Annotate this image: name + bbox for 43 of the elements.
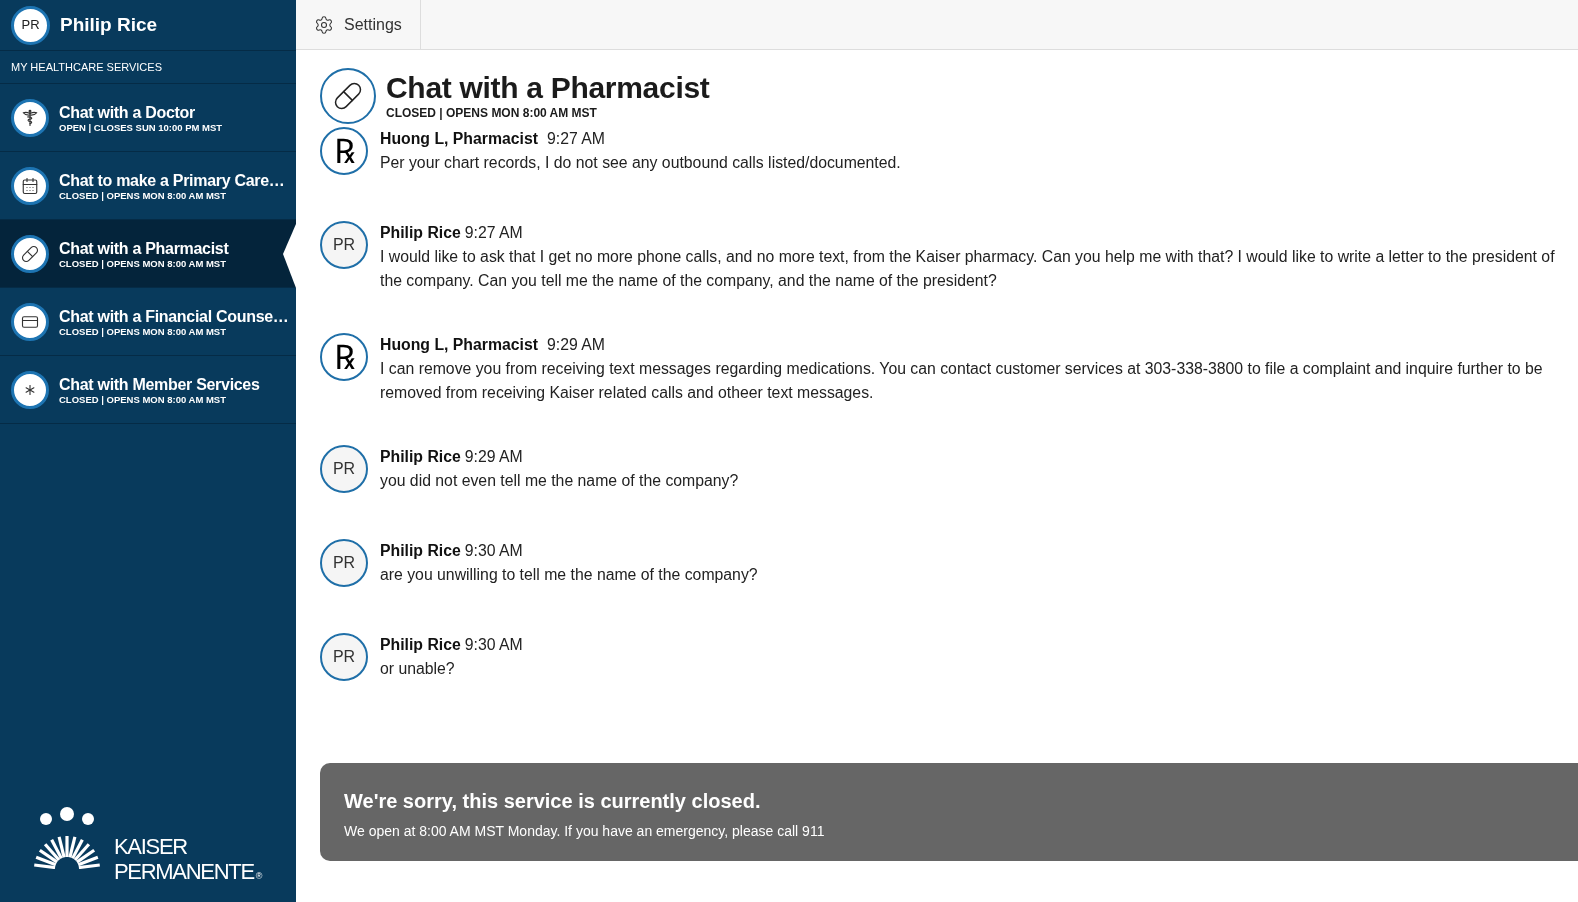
message-text: I can remove you from receiving text messages regarding medications. You can contact customer services at 303-338-3800 to file a complaint and inquire further to be removed from receiving Kaiser related calls and otheer text messages. xyxy=(380,359,1544,403)
message-text: or unable? xyxy=(380,659,456,679)
message-time: 9:27 AM xyxy=(464,223,523,243)
credit-card-icon xyxy=(11,302,49,341)
pill-icon xyxy=(11,234,49,273)
section-heading: MY HEALTHCARE SERVICES xyxy=(11,59,162,75)
asterisk-icon xyxy=(11,370,49,409)
pharmacist-avatar: ℞ xyxy=(320,333,368,381)
message-author: Philip Rice xyxy=(380,635,461,655)
message-text: Per your chart records, I do not see any outbound calls listed/documented. xyxy=(380,153,901,173)
member-avatar: PR xyxy=(320,221,368,269)
pointer-notch-icon xyxy=(283,224,296,288)
people-logo-icon xyxy=(34,807,100,869)
message-author: Philip Rice xyxy=(380,447,461,467)
chat-title: Chat with a Pharmacist xyxy=(386,70,710,105)
message-author: Huong L, Pharmacist xyxy=(380,335,538,355)
notice-title: We're sorry, this service is currently closed. xyxy=(344,789,762,813)
brand-wordmark: KAISER PERMANENTE® xyxy=(114,834,263,886)
service-item[interactable]: Chat with a Pharmacist CLOSED | OPENS MON 8:00 AM MST xyxy=(0,220,296,288)
message-text: are you unwilling to tell me the name of the company? xyxy=(380,565,758,585)
message-author: Philip Rice xyxy=(380,223,461,243)
notice-text: We open at 8:00 AM MST Monday. If you have an emergency, please call 911 xyxy=(344,822,826,841)
message-time: 9:29 AM xyxy=(464,447,523,467)
message-author: Huong L, Pharmacist xyxy=(380,129,538,149)
message-text: you did not even tell me the name of the company? xyxy=(380,471,739,491)
member-avatar: PR xyxy=(320,445,368,493)
pill-icon xyxy=(320,67,376,124)
pharmacist-avatar: ℞ xyxy=(320,127,368,175)
calendar-icon xyxy=(11,166,49,205)
message-time: 9:30 AM xyxy=(464,635,523,655)
message-time: 9:29 AM xyxy=(547,335,605,355)
user-avatar: PR xyxy=(11,5,50,45)
chat-status: CLOSED | OPENS MON 8:00 AM MST xyxy=(386,104,598,121)
caduceus-icon xyxy=(11,98,49,137)
message-author: Philip Rice xyxy=(380,541,461,561)
member-avatar: PR xyxy=(320,539,368,587)
message-time: 9:30 AM xyxy=(464,541,523,561)
member-avatar: PR xyxy=(320,633,368,681)
settings-icon xyxy=(314,14,334,35)
user-name: Philip Rice xyxy=(60,12,158,37)
settings-button[interactable]: Settings xyxy=(296,0,421,49)
message-time: 9:27 AM xyxy=(547,129,605,149)
message-text: I would like to ask that I get no more phone calls, and no more text, from the Kaiser pharmacy. Can you help me with that? I would like to write a letter to the president of the company. Can you tell me the name of the company, and the name of the president? xyxy=(380,247,1556,291)
